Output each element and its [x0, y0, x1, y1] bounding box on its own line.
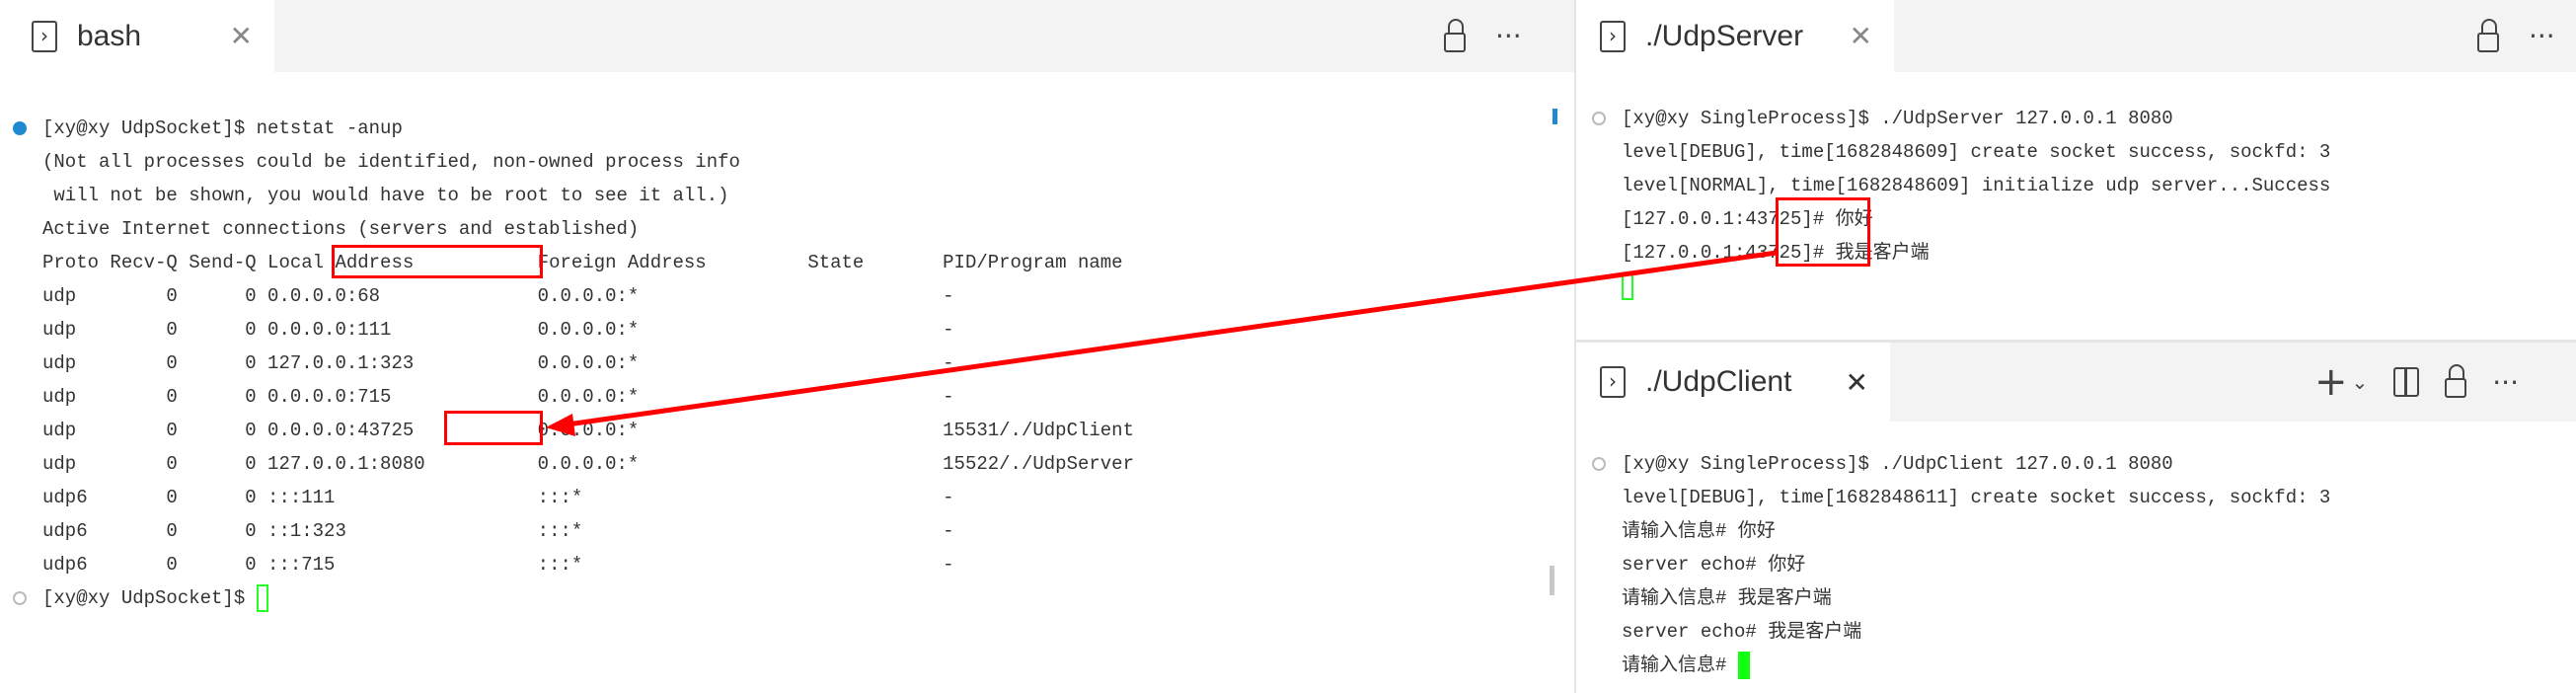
annotation-box-server-port — [1776, 197, 1870, 267]
table-row: udp 0 0 127.0.0.1:323 0.0.0.0:* - — [42, 352, 954, 374]
terminal-line: server echo# 你好 — [1622, 554, 1806, 576]
terminal-line: Active Internet connections (servers and… — [42, 218, 640, 240]
lock-icon[interactable] — [2445, 364, 2467, 398]
lock-icon[interactable] — [1444, 18, 1466, 52]
terminal-line: 请输入信息# 我是客户端 — [1622, 587, 1832, 609]
terminal-line: level[DEBUG], time[1682848609] create so… — [1622, 141, 2331, 163]
table-row: udp 0 0 0.0.0.0:43725 0.0.0.0:* 15531/./… — [42, 420, 1134, 441]
command-decoration-icon[interactable] — [1592, 457, 1606, 471]
terminal-icon: › — [1600, 366, 1626, 398]
client-terminal[interactable]: [xy@xy SingleProcess]$ ./UdpClient 127.0… — [1592, 447, 2331, 682]
terminal-line: [xy@xy UdpSocket]$ netstat -anup — [13, 112, 1134, 145]
annotation-box-client-port — [444, 411, 543, 445]
terminal-line: [xy@xy SingleProcess]$ ./UdpServer 127.0… — [1592, 102, 2330, 135]
server-terminal[interactable]: [xy@xy SingleProcess]$ ./UdpServer 127.0… — [1592, 102, 2331, 303]
tab-label: ./UdpClient — [1645, 365, 1792, 398]
terminal-line: will not be shown, you would have to be … — [42, 185, 729, 206]
close-icon[interactable]: ✕ — [1846, 366, 1868, 399]
scroll-marker — [1553, 109, 1557, 124]
more-icon[interactable]: ··· — [2529, 20, 2555, 52]
terminal-line: level[NORMAL], time[1682848609] initiali… — [1622, 175, 2331, 196]
scrollbar[interactable] — [1550, 566, 1554, 595]
table-header: Proto Recv-Q Send-Q Local Address Foreig… — [42, 252, 1123, 273]
terminal-line: [127.0.0.1:43725]# 你好 — [1622, 208, 1873, 230]
tab-udpclient[interactable]: › ./UdpClient ✕ — [1576, 343, 1890, 422]
close-icon[interactable]: ✕ — [1850, 20, 1872, 52]
more-icon[interactable]: ··· — [2492, 366, 2519, 399]
tab-udpserver[interactable]: › ./UdpServer ✕ — [1576, 0, 1894, 72]
terminal-line: (Not all processes could be identified, … — [42, 151, 740, 173]
table-row: udp6 0 0 ::1:323 :::* - — [42, 520, 954, 542]
annotation-box-local-address — [332, 245, 543, 278]
table-row: udp 0 0 0.0.0.0:111 0.0.0.0:* - — [42, 319, 954, 341]
table-row: udp 0 0 0.0.0.0:68 0.0.0.0:* - — [42, 285, 954, 307]
table-row: udp 0 0 127.0.0.1:8080 0.0.0.0:* 15522/.… — [42, 453, 1134, 475]
terminal-line — [1622, 270, 2330, 303]
table-row: udp 0 0 0.0.0.0:715 0.0.0.0:* - — [42, 386, 954, 408]
cursor — [1737, 651, 1750, 679]
terminal-line: server echo# 我是客户端 — [1622, 621, 1862, 643]
tab-label: bash — [77, 19, 142, 52]
terminal-line: [127.0.0.1:43725]# 我是客户端 — [1622, 242, 1930, 264]
terminal-line: level[DEBUG], time[1682848611] create so… — [1622, 487, 2331, 508]
command-decoration-icon[interactable] — [13, 591, 27, 605]
table-row: udp6 0 0 :::111 :::* - — [42, 487, 954, 508]
chevron-down-icon[interactable]: ⌄ — [2352, 370, 2369, 394]
tab-bash[interactable]: › bash ✕ — [0, 0, 274, 72]
client-actions: + ⌄ ··· — [2314, 343, 2519, 422]
close-icon[interactable]: ✕ — [230, 20, 253, 52]
terminal-icon: › — [1600, 20, 1626, 52]
tab-label: ./UdpServer — [1645, 19, 1804, 52]
terminal-line: 请输入信息# 你好 — [1622, 520, 1776, 542]
terminal-line: [xy@xy SingleProcess]$ ./UdpClient 127.0… — [1592, 447, 2330, 481]
command-decoration-icon[interactable] — [13, 121, 27, 135]
bash-terminal[interactable]: [xy@xy UdpSocket]$ netstat -anup (Not al… — [13, 112, 1134, 615]
table-row: udp6 0 0 :::715 :::* - — [42, 554, 954, 576]
left-actions: ··· — [1444, 0, 1522, 72]
lock-icon[interactable] — [2477, 18, 2499, 52]
server-actions: ··· — [2477, 0, 2555, 72]
add-terminal-icon[interactable]: + — [2314, 359, 2348, 405]
cursor — [1622, 271, 1633, 300]
terminal-line: 请输入信息# — [1622, 649, 2330, 682]
terminal-icon: › — [32, 20, 57, 52]
split-icon[interactable] — [2393, 367, 2420, 397]
cursor — [256, 583, 268, 612]
more-icon[interactable]: ··· — [1495, 20, 1522, 52]
command-decoration-icon[interactable] — [1592, 112, 1606, 125]
terminal-line: [xy@xy UdpSocket]$ — [13, 581, 1134, 615]
